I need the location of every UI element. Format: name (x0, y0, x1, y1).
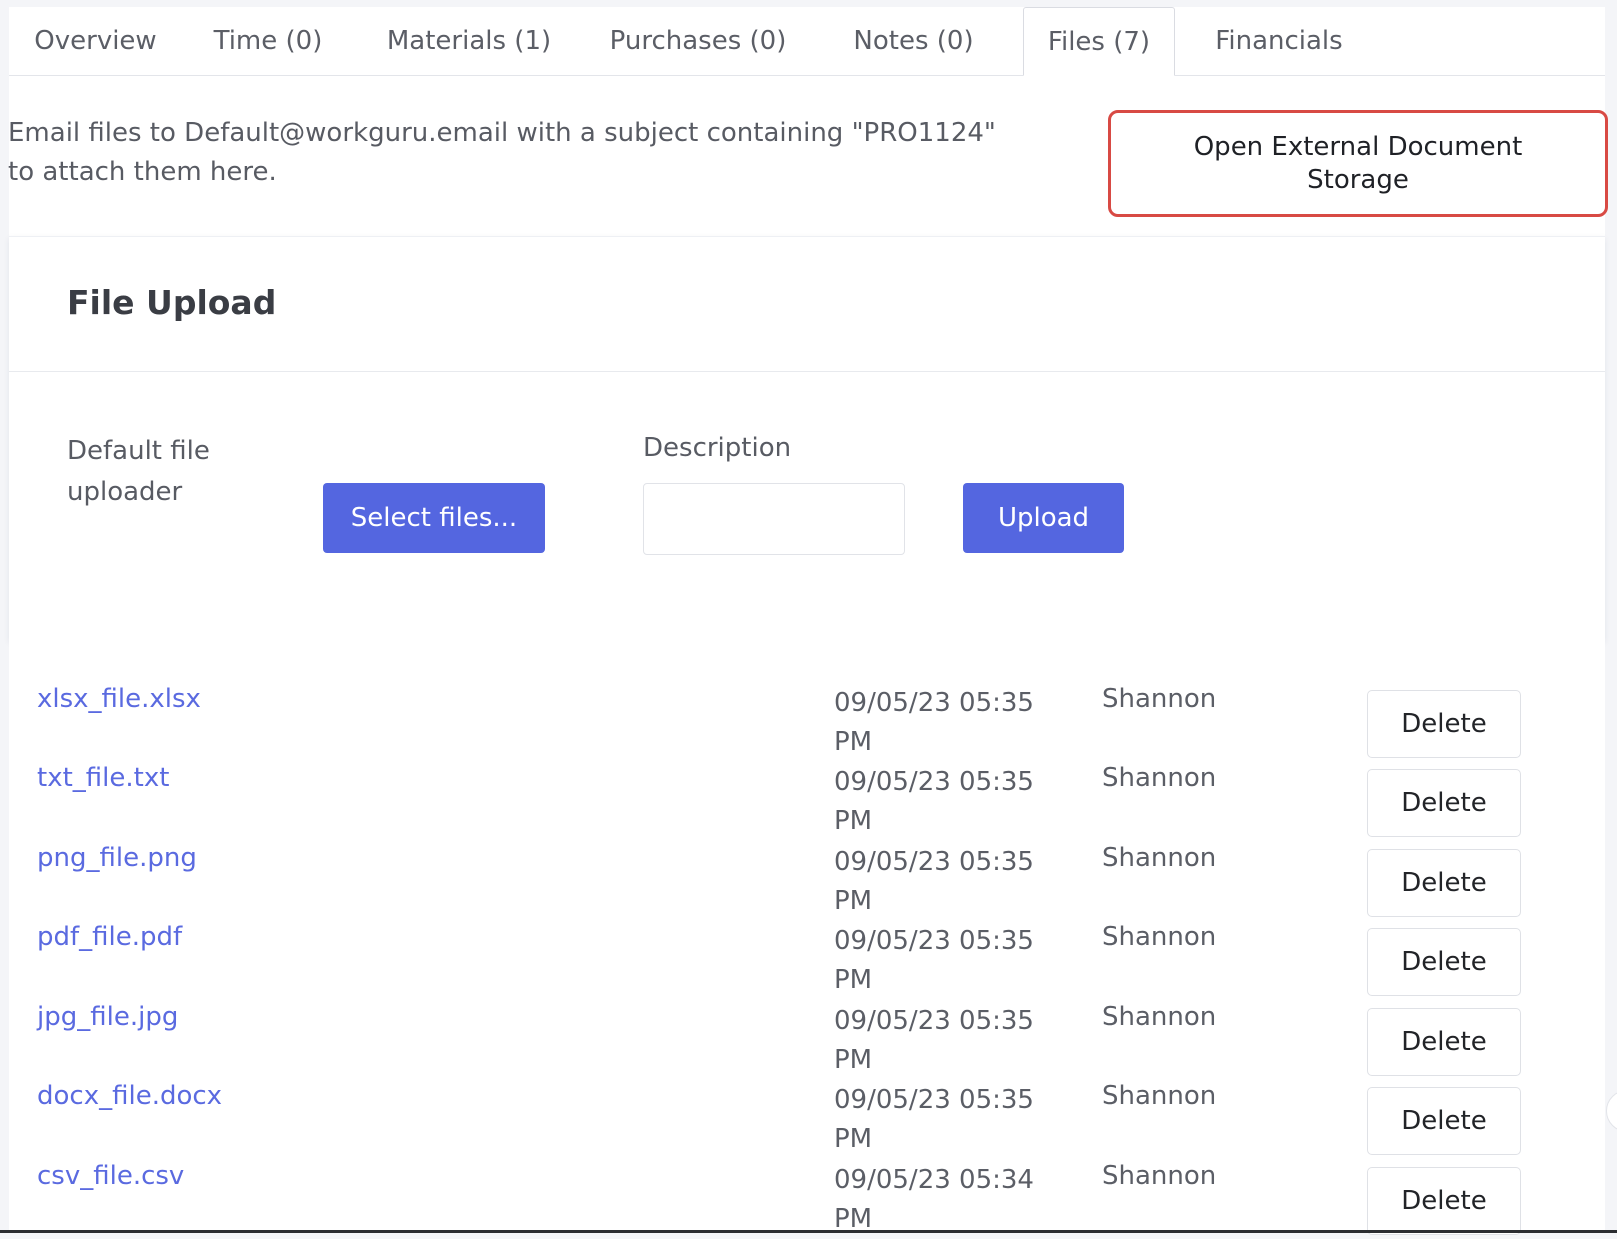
file-link[interactable]: jpg_file.jpg (37, 1002, 178, 1032)
file-row: xlsx_file.xlsx 09/05/23 05:35 PM Shannon… (9, 680, 1605, 759)
file-row: png_file.png 09/05/23 05:35 PM Shannon D… (9, 839, 1605, 918)
tab-purchases[interactable]: Purchases (0) (587, 7, 809, 75)
tab-bar: Overview Time (0) Materials (1) Purchase… (9, 7, 1605, 76)
delete-button[interactable]: Delete (1367, 1167, 1521, 1235)
file-row: docx_file.docx 09/05/23 05:35 PM Shannon… (9, 1077, 1605, 1156)
floating-action-button[interactable] (1606, 1090, 1617, 1132)
file-date: 09/05/23 05:35 PM (834, 926, 1034, 995)
delete-button[interactable]: Delete (1367, 928, 1521, 996)
file-row: pdf_file.pdf 09/05/23 05:35 PM Shannon D… (9, 918, 1605, 997)
file-user: Shannon (1102, 684, 1217, 714)
file-user: Shannon (1102, 763, 1217, 793)
select-files-button[interactable]: Select files... (323, 483, 545, 553)
file-date: 09/05/23 05:35 PM (834, 688, 1034, 757)
file-row: jpg_file.jpg 09/05/23 05:35 PM Shannon D… (9, 998, 1605, 1077)
default-uploader-label: Default file uploader (67, 436, 210, 507)
file-date: 09/05/23 05:35 PM (834, 767, 1034, 836)
delete-button[interactable]: Delete (1367, 1008, 1521, 1076)
file-row: csv_file.csv 09/05/23 05:34 PM Shannon D… (9, 1157, 1605, 1236)
file-link[interactable]: png_file.png (37, 843, 197, 873)
email-hint-text: Email files to Default@workguru.email wi… (8, 118, 996, 187)
tab-notes[interactable]: Notes (0) (827, 7, 1000, 75)
file-user: Shannon (1102, 843, 1217, 873)
file-date: 09/05/23 05:35 PM (834, 1006, 1034, 1075)
file-user: Shannon (1102, 1002, 1217, 1032)
delete-button[interactable]: Delete (1367, 690, 1521, 758)
description-input[interactable] (643, 483, 905, 555)
file-date: 09/05/23 05:34 PM (834, 1165, 1034, 1234)
open-external-storage-button[interactable]: Open External Document Storage (1108, 110, 1608, 217)
tab-overview[interactable]: Overview (9, 7, 182, 75)
file-link[interactable]: csv_file.csv (37, 1161, 184, 1191)
file-link[interactable]: pdf_file.pdf (37, 922, 182, 952)
tab-materials[interactable]: Materials (1) (366, 7, 572, 75)
file-upload-title: File Upload (67, 283, 277, 322)
file-link[interactable]: txt_file.txt (37, 763, 169, 793)
delete-button[interactable]: Delete (1367, 849, 1521, 917)
file-date: 09/05/23 05:35 PM (834, 847, 1034, 916)
tab-files[interactable]: Files (7) (1023, 7, 1175, 76)
file-upload-card: File Upload Default file uploader Select… (9, 236, 1605, 641)
file-list: xlsx_file.xlsx 09/05/23 05:35 PM Shannon… (9, 640, 1605, 1236)
delete-button[interactable]: Delete (1367, 769, 1521, 837)
file-user: Shannon (1102, 1081, 1217, 1111)
card-divider (9, 371, 1605, 372)
tab-time[interactable]: Time (0) (192, 7, 344, 75)
file-row: txt_file.txt 09/05/23 05:35 PM Shannon D… (9, 759, 1605, 838)
delete-button[interactable]: Delete (1367, 1087, 1521, 1155)
file-user: Shannon (1102, 1161, 1217, 1191)
upload-button[interactable]: Upload (963, 483, 1124, 553)
description-label: Description (643, 433, 792, 463)
file-date: 09/05/23 05:35 PM (834, 1085, 1034, 1154)
project-files-page: Overview Time (0) Materials (1) Purchase… (0, 0, 1617, 1236)
file-user: Shannon (1102, 922, 1217, 952)
file-link[interactable]: docx_file.docx (37, 1081, 222, 1111)
tab-financials[interactable]: Financials (1189, 7, 1369, 75)
file-link[interactable]: xlsx_file.xlsx (37, 684, 201, 714)
